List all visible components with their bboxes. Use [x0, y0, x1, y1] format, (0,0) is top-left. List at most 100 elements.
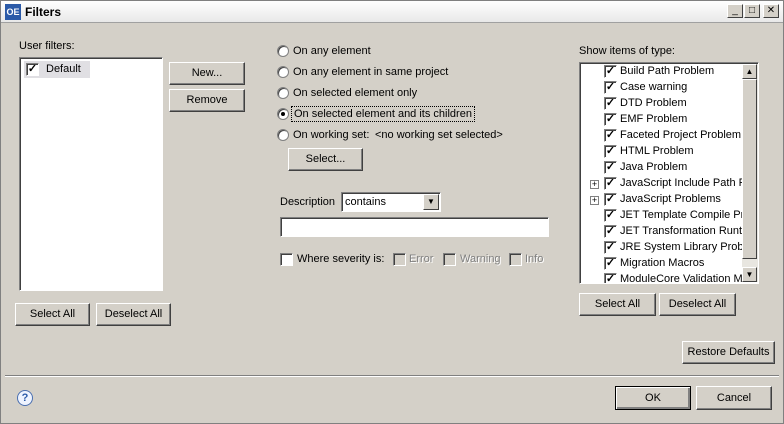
types-deselect-all-label: Deselect All [668, 298, 727, 310]
type-checkbox[interactable]: ✓ [604, 193, 617, 206]
filters-deselect-all-label: Deselect All [104, 308, 163, 320]
filters-deselect-all-button[interactable]: Deselect All [96, 303, 171, 326]
scope-label-selected-only: On selected element only [293, 87, 418, 99]
expand-icon[interactable]: + [590, 180, 599, 189]
filters-select-all-button[interactable]: Select All [15, 303, 90, 326]
description-label: Description [280, 196, 336, 208]
type-row[interactable]: ✓ JET Transformation Runtin [582, 224, 742, 240]
type-checkbox[interactable]: ✓ [604, 241, 617, 254]
type-row[interactable]: ✓ Build Path Problem [582, 64, 742, 80]
type-label: JRE System Library Proble [620, 241, 742, 253]
severity-info-label: Info [525, 253, 544, 265]
type-row[interactable]: ✓ Java Problem [582, 160, 742, 176]
type-row[interactable]: + ✓ JavaScript Include Path P [582, 176, 742, 192]
expand-icon[interactable]: + [590, 196, 599, 205]
description-mode-select[interactable]: contains ▼ [341, 192, 441, 212]
user-filters-list[interactable]: ✓ Default [19, 57, 163, 291]
scope-radio-selected-children[interactable] [277, 108, 289, 120]
help-icon[interactable]: ? [17, 390, 33, 406]
type-checkbox[interactable]: ✓ [604, 209, 617, 222]
type-label: Faceted Project Problem [620, 129, 742, 141]
scope-radio-selected-only[interactable] [277, 87, 289, 99]
select-working-set-button[interactable]: Select... [288, 148, 363, 171]
footer-separator [5, 375, 779, 377]
type-label: Java Problem [620, 161, 688, 173]
chevron-down-icon[interactable]: ▼ [423, 194, 439, 210]
scope-label-selected-children: On selected element and its children [291, 106, 475, 122]
type-row[interactable]: ✓ JET Template Compile Pro [582, 208, 742, 224]
types-tree[interactable]: ✓ Build Path Problem ✓ Case warning ✓ DT… [579, 62, 759, 284]
title-bar: OE Filters _ □ ✕ [1, 1, 783, 23]
type-row[interactable]: ✓ EMF Problem [582, 112, 742, 128]
app-icon: OE [5, 4, 21, 20]
default-filter-label: Default [46, 63, 81, 75]
type-label: HTML Problem [620, 145, 694, 157]
type-row[interactable]: ✓ DTD Problem [582, 96, 742, 112]
type-checkbox[interactable]: ✓ [604, 225, 617, 238]
severity-error-checkbox[interactable] [393, 253, 406, 266]
type-row[interactable]: ✓ JRE System Library Proble [582, 240, 742, 256]
type-label: JET Transformation Runtin [620, 225, 742, 237]
type-row[interactable]: ✓ HTML Problem [582, 144, 742, 160]
select-working-set-label: Select... [305, 153, 346, 165]
type-label: ModuleCore Validation Ma [620, 273, 742, 284]
severity-checkbox[interactable] [280, 253, 293, 266]
type-checkbox[interactable]: ✓ [604, 129, 617, 142]
type-checkbox[interactable]: ✓ [604, 81, 617, 94]
window-title: Filters [25, 5, 62, 19]
restore-defaults-label: Restore Defaults [687, 346, 770, 358]
scroll-up-icon[interactable]: ▲ [742, 64, 757, 79]
type-label: Case warning [620, 81, 688, 93]
maximize-button[interactable]: □ [744, 4, 760, 18]
types-scrollbar[interactable]: ▲ ▼ [742, 64, 758, 282]
type-checkbox[interactable]: ✓ [604, 113, 617, 126]
type-row[interactable]: ✓ Case warning [582, 80, 742, 96]
type-checkbox[interactable]: ✓ [604, 145, 617, 158]
remove-filter-button[interactable]: Remove [169, 89, 245, 112]
scroll-down-icon[interactable]: ▼ [742, 267, 757, 282]
type-checkbox[interactable]: ✓ [604, 257, 617, 270]
list-item-default[interactable]: ✓ Default [24, 61, 90, 78]
type-checkbox[interactable]: ✓ [604, 97, 617, 110]
scope-radio-same-project[interactable] [277, 66, 289, 78]
user-filters-label: User filters: [19, 40, 75, 52]
restore-defaults-button[interactable]: Restore Defaults [682, 341, 775, 364]
severity-info-checkbox[interactable] [509, 253, 522, 266]
type-label: Migration Macros [620, 257, 705, 269]
scope-label-any-element: On any element [293, 45, 371, 57]
type-checkbox[interactable]: ✓ [604, 161, 617, 174]
scope-radio-any-element[interactable] [277, 45, 289, 57]
scope-label-same-project: On any element in same project [293, 66, 449, 78]
radio-selected-dot [281, 112, 285, 116]
scope-radio-working-set[interactable] [277, 129, 289, 141]
type-checkbox[interactable]: ✓ [604, 177, 617, 190]
cancel-button-label: Cancel [716, 392, 752, 404]
type-row[interactable]: ✓ Migration Macros [582, 256, 742, 272]
scrollbar-thumb[interactable] [742, 79, 757, 259]
type-checkbox[interactable]: ✓ [604, 273, 617, 283]
description-text-input[interactable] [280, 217, 549, 237]
severity-warning-checkbox[interactable] [443, 253, 456, 266]
ok-button-label: OK [645, 392, 661, 404]
close-button[interactable]: ✕ [763, 4, 779, 18]
types-deselect-all-button[interactable]: Deselect All [659, 293, 736, 316]
default-filter-checkbox[interactable]: ✓ [26, 63, 39, 76]
type-row[interactable]: + ✓ JavaScript Problems [582, 192, 742, 208]
severity-warning-label: Warning [460, 253, 501, 265]
type-row[interactable]: ✓ ModuleCore Validation Ma [582, 272, 742, 284]
severity-label: Where severity is: [297, 253, 385, 265]
type-checkbox[interactable]: ✓ [604, 65, 617, 78]
minimize-button[interactable]: _ [727, 4, 743, 18]
types-select-all-button[interactable]: Select All [579, 293, 656, 316]
new-filter-button[interactable]: New... [169, 62, 245, 85]
type-row[interactable]: ✓ Faceted Project Problem [582, 128, 742, 144]
type-label: JET Template Compile Pro [620, 209, 742, 221]
severity-error-label: Error [409, 253, 434, 265]
filters-dialog: OE Filters _ □ ✕ User filters: ✓ Default… [0, 0, 784, 424]
filters-select-all-label: Select All [29, 308, 76, 320]
scope-label-working-set: On working set: [293, 129, 370, 141]
type-label: EMF Problem [620, 113, 688, 125]
cancel-button[interactable]: Cancel [696, 386, 772, 410]
type-label: Build Path Problem [620, 65, 715, 77]
ok-button[interactable]: OK [615, 386, 691, 410]
